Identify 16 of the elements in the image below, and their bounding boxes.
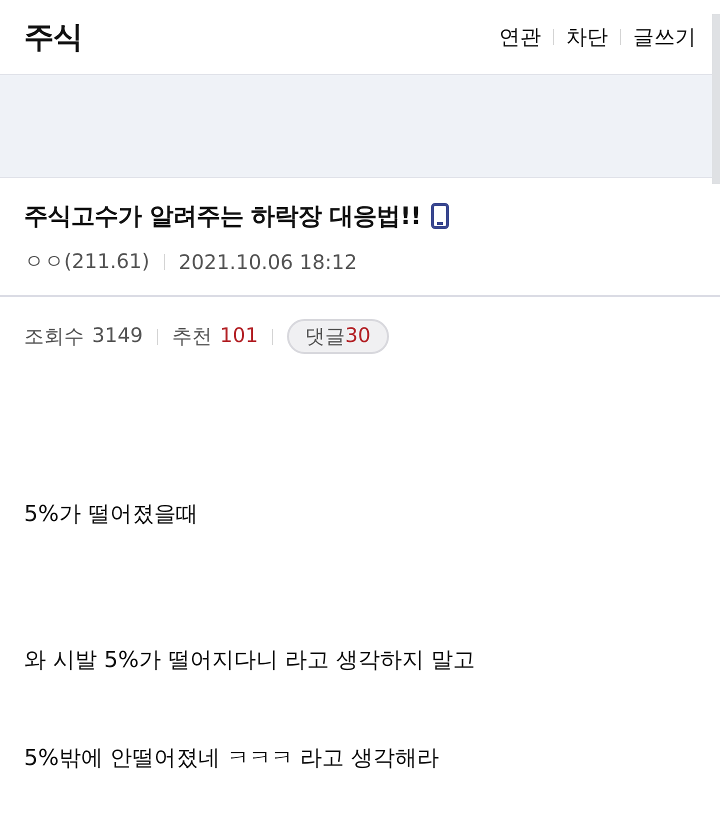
header-link[interactable]: 연관 <box>499 23 541 51</box>
body-text: 와 시발 5%가 떨어지다니 라고 생각하지 말고 <box>24 647 476 675</box>
header-link[interactable]: 차단 <box>566 23 608 51</box>
views-count: 3149 <box>92 323 143 349</box>
post-date: 2021.10.06 18:12 <box>178 250 358 274</box>
scrollbar[interactable] <box>712 14 720 184</box>
comments-button[interactable]: 댓글30 <box>287 319 389 354</box>
author-name[interactable]: ㅇㅇ(211.61) <box>24 248 150 275</box>
gallery-title[interactable]: 주식 <box>24 16 82 58</box>
body-text: 5%밖에 안떨어졌네 ㅋㅋㅋ 라고 생각해라 <box>24 745 440 773</box>
body-text: 5%가 떨어졌을때 <box>24 501 199 529</box>
likes-count: 101 <box>220 323 258 349</box>
likes-label: 추천 <box>172 323 212 350</box>
post-title: 주식고수가 알려주는 하락장 대응법!! <box>24 201 421 232</box>
header-link[interactable]: 글쓰기 <box>633 23 696 51</box>
views-label: 조회수 <box>24 323 84 350</box>
